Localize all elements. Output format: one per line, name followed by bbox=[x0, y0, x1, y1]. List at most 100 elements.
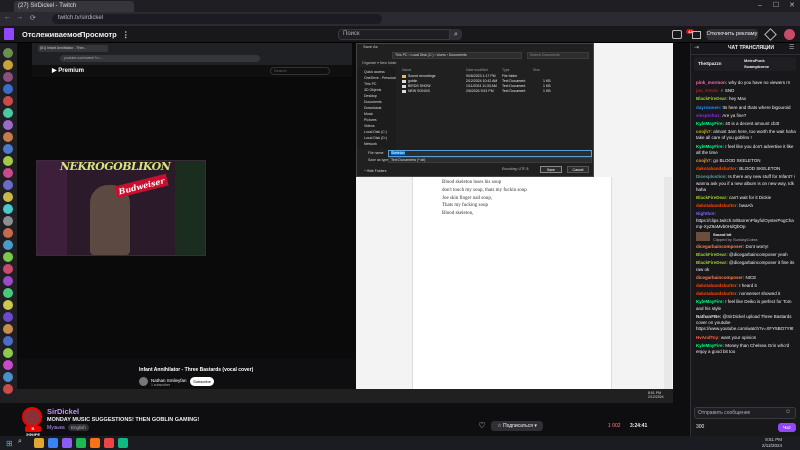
notepad-scrollbar[interactable] bbox=[664, 177, 672, 389]
sidebar-channel-avatar[interactable] bbox=[3, 240, 13, 250]
taskbar-search-icon[interactable]: ⌕ bbox=[18, 438, 28, 448]
dialog-path-bar[interactable]: This PC › Local Disk (C:) › Users › Docu… bbox=[392, 52, 522, 59]
file-cell-date[interactable]: 1/11/2024 11:33 AM bbox=[466, 84, 497, 88]
subscribe-button[interactable]: ☆ Подписаться ▾ bbox=[491, 421, 543, 431]
stream-category[interactable]: Музыка bbox=[47, 425, 65, 431]
inbox-icon[interactable] bbox=[692, 31, 701, 39]
streamer-name[interactable]: SirDickel bbox=[47, 407, 79, 416]
chat-username[interactable]: KyleMayFire: bbox=[696, 343, 725, 348]
back-icon[interactable]: ← bbox=[4, 14, 11, 21]
chat-username[interactable]: dicegarbaincomposer: bbox=[696, 275, 746, 280]
col-header-date[interactable]: Date modified bbox=[466, 68, 488, 72]
chat-username[interactable]: KyleMayFire: bbox=[696, 299, 725, 304]
chat-username[interactable]: KyleMayFire: bbox=[696, 121, 725, 126]
col-header-type[interactable]: Type bbox=[502, 68, 510, 72]
channel-points[interactable]: 300 bbox=[696, 424, 704, 430]
collapse-chat-icon[interactable]: ⇥ bbox=[694, 44, 699, 51]
save-type-select[interactable]: Text Documents (*.txt) bbox=[388, 157, 592, 163]
file-cell-size[interactable]: 1 KB bbox=[543, 89, 551, 93]
chat-username[interactable]: joo_Kevin: bbox=[696, 88, 720, 93]
file-cell-name[interactable]: NEW SONGS bbox=[408, 89, 430, 93]
windows-start-icon[interactable]: ⊞ bbox=[6, 439, 13, 448]
dialog-search-input[interactable]: Search Documents bbox=[527, 52, 589, 59]
hide-folders-toggle[interactable]: ^ Hide Folders bbox=[364, 169, 386, 173]
sidebar-channel-avatar[interactable] bbox=[3, 204, 13, 214]
chat-username[interactable]: Dicexplostion: bbox=[696, 174, 728, 179]
sidebar-channel-avatar[interactable] bbox=[3, 120, 13, 130]
sidebar-channel-avatar[interactable] bbox=[3, 60, 13, 70]
dialog-nav-item[interactable]: Music bbox=[364, 112, 373, 116]
taskbar-app-icon[interactable] bbox=[62, 438, 72, 448]
chat-username[interactable]: coojh7: bbox=[696, 158, 713, 163]
sidebar-channel-avatar[interactable] bbox=[3, 96, 13, 106]
sidebar-channel-avatar[interactable] bbox=[3, 312, 13, 322]
maximize-button[interactable]: ☐ bbox=[768, 0, 784, 12]
notepad-text[interactable]: Blood skeleton loses his soup don't touch… bbox=[442, 179, 527, 218]
file-cell-type[interactable]: Text Document bbox=[502, 79, 525, 83]
chat-username[interactable]: dayreamen: bbox=[696, 105, 723, 110]
nav-browse[interactable]: Просмотр bbox=[80, 30, 117, 39]
dialog-nav-item[interactable]: Documents bbox=[364, 100, 382, 104]
dialog-nav-item[interactable]: Local Disk (C:) bbox=[364, 130, 387, 134]
more-menu-icon[interactable]: ⋮ bbox=[122, 30, 130, 39]
chat-clip-card[interactable]: Sound bit Clipped by SundayCobra bbox=[696, 232, 796, 242]
dialog-toolbar[interactable]: Organize ▾ New folder bbox=[362, 61, 397, 65]
dialog-nav-item[interactable]: Local Disk (D:) bbox=[364, 136, 387, 140]
chat-send-button[interactable]: Чат bbox=[778, 423, 796, 432]
taskbar-app-icon[interactable] bbox=[118, 438, 128, 448]
sidebar-channel-avatar[interactable] bbox=[3, 144, 13, 154]
nav-following[interactable]: Отслеживаемое bbox=[22, 30, 81, 39]
col-header-size[interactable]: Size bbox=[533, 68, 540, 72]
file-cell-type[interactable]: File folder bbox=[502, 74, 517, 78]
chat-username[interactable]: pink_mormon: bbox=[696, 80, 729, 85]
sidebar-channel-avatar[interactable] bbox=[3, 276, 13, 286]
file-cell-name[interactable]: goblin bbox=[408, 79, 417, 83]
sidebar-channel-avatar[interactable] bbox=[3, 84, 13, 94]
chat-username[interactable]: dakotabandsbutter: bbox=[696, 166, 739, 171]
encoding-select[interactable]: Encoding: UTF-8 bbox=[502, 167, 528, 171]
file-cell-name[interactable]: BIRDS SHOW bbox=[408, 84, 431, 88]
sidebar-channel-avatar[interactable] bbox=[3, 300, 13, 310]
file-cell-size[interactable]: 1 KB bbox=[543, 84, 551, 88]
follow-heart-icon[interactable]: ♡ bbox=[476, 421, 488, 431]
sidebar-channel-avatar[interactable] bbox=[3, 192, 13, 202]
taskbar-app-icon[interactable] bbox=[104, 438, 114, 448]
minimize-button[interactable]: – bbox=[752, 0, 768, 12]
reload-icon[interactable]: ⟳ bbox=[30, 14, 36, 22]
sidebar-channel-avatar[interactable] bbox=[3, 156, 13, 166]
save-button[interactable]: Save bbox=[540, 166, 562, 173]
chat-username[interactable]: dakotabandsbutter: bbox=[696, 283, 739, 288]
forward-icon[interactable]: → bbox=[16, 14, 23, 21]
crown-icon[interactable] bbox=[672, 30, 682, 39]
dialog-nav-item[interactable]: OneDrive - Personal bbox=[364, 76, 396, 80]
close-button[interactable]: ✕ bbox=[784, 0, 800, 12]
file-cell-date[interactable]: 2/6/2024 9:51 PM bbox=[466, 89, 494, 93]
chat-username[interactable]: Nightbot: bbox=[696, 211, 716, 216]
cancel-button[interactable]: Cancel bbox=[567, 166, 589, 173]
taskbar-app-icon[interactable] bbox=[90, 438, 100, 448]
sidebar-channel-avatar[interactable] bbox=[3, 324, 13, 334]
user-avatar[interactable] bbox=[784, 29, 795, 40]
dialog-nav-item[interactable]: Downloads bbox=[364, 106, 381, 110]
sidebar-channel-avatar[interactable] bbox=[3, 348, 13, 358]
chat-username[interactable]: BlackFireDear: bbox=[696, 195, 729, 200]
file-name-input[interactable]: Skeleton bbox=[388, 150, 592, 157]
url-input[interactable]: twitch.tv/sirdickel bbox=[52, 14, 382, 24]
streamer-avatar[interactable] bbox=[22, 407, 42, 427]
sidebar-channel-avatar[interactable] bbox=[3, 336, 13, 346]
taskbar-app-icon[interactable] bbox=[34, 438, 44, 448]
chat-username[interactable]: KyleMayFire: bbox=[696, 144, 725, 149]
stream-tag[interactable]: English bbox=[68, 424, 89, 431]
dialog-nav-item[interactable]: Network bbox=[364, 142, 377, 146]
file-cell-date[interactable]: 9/26/2023 1:17 PM bbox=[466, 74, 496, 78]
sidebar-channel-avatar[interactable] bbox=[3, 108, 13, 118]
chat-username[interactable]: coojh7: bbox=[696, 129, 713, 134]
col-header-name[interactable]: Name bbox=[402, 68, 411, 72]
taskbar-app-icon[interactable] bbox=[48, 438, 58, 448]
sidebar-channel-avatar[interactable] bbox=[3, 252, 13, 262]
sidebar-channel-avatar[interactable] bbox=[3, 288, 13, 298]
dialog-nav-item[interactable]: Desktop bbox=[364, 94, 377, 98]
search-icon[interactable]: ⌕ bbox=[450, 29, 462, 40]
chat-username[interactable]: sleeptohuz: bbox=[696, 113, 722, 118]
file-cell-type[interactable]: Text Document bbox=[502, 84, 525, 88]
